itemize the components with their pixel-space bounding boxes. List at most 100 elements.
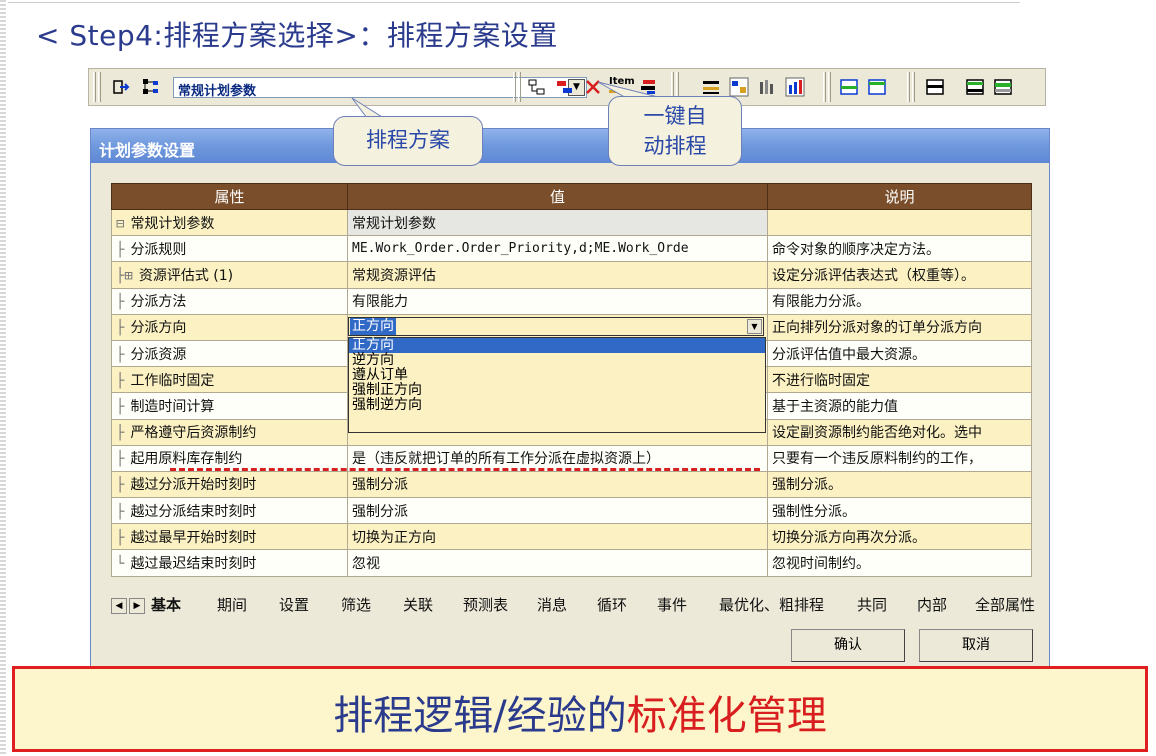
option-force-forward[interactable]: 强制正方向 bbox=[349, 383, 765, 398]
property-cell[interactable]: ├ 工作临时固定 bbox=[111, 366, 348, 394]
tab-scroll-right-button[interactable]: ▶ bbox=[129, 598, 145, 614]
description-cell: 切换分派方向再次分派。 bbox=[767, 523, 1032, 551]
description-cell: 强制分派。 bbox=[767, 470, 1032, 499]
description-cell: 基于主资源的能力值 bbox=[767, 392, 1032, 420]
toolbar-grip[interactable] bbox=[828, 72, 831, 102]
tab-all-properties[interactable]: 全部属性 bbox=[975, 596, 1035, 616]
value-cell[interactable]: 强制分派 bbox=[347, 470, 768, 499]
tab-forecast[interactable]: 预测表 bbox=[463, 596, 508, 616]
tree-branch: ├ bbox=[116, 372, 125, 389]
toolbar: 常规计划参数 ▼ Item bbox=[88, 68, 1046, 106]
property-cell[interactable]: ├ 越过分派结束时刻时 bbox=[111, 497, 348, 525]
bar-chart-icon[interactable] bbox=[785, 77, 805, 97]
header-property[interactable]: 属性 bbox=[111, 183, 348, 210]
value-cell[interactable]: ME.Work_Order.Order_Priority,d;ME.Work_O… bbox=[347, 235, 768, 263]
panel-icon[interactable] bbox=[867, 77, 887, 97]
toolbar-grip[interactable] bbox=[513, 72, 516, 102]
property-cell[interactable]: ├ 分派规则 bbox=[111, 235, 348, 263]
property-cell[interactable]: ├⊞ 资源评估式 (1) bbox=[111, 261, 348, 289]
property-label: 分派规则 bbox=[130, 241, 187, 258]
header-value[interactable]: 值 bbox=[347, 183, 768, 210]
table-row[interactable]: ├ 越过分派结束时刻时 强制分派 强制性分派。 bbox=[111, 497, 1032, 525]
property-cell[interactable]: ├ 分派方向 bbox=[111, 313, 348, 341]
table-row[interactable]: └ 越过最迟结束时刻时 忽视 忽视时间制约。 bbox=[111, 549, 1032, 577]
layout-icon[interactable] bbox=[527, 77, 547, 97]
collapse-icon[interactable]: ⊟ bbox=[116, 216, 124, 232]
dispatch-direction-select[interactable]: 正方向 ▼ bbox=[348, 317, 764, 336]
histogram-icon[interactable] bbox=[757, 77, 777, 97]
tab-loop[interactable]: 循环 bbox=[597, 596, 627, 616]
table-row[interactable]: ├⊞ 资源评估式 (1) 常规资源评估 设定分派评估表达式（权重等）。 bbox=[111, 261, 1032, 289]
tab-strip: ◀ ▶ 基本 期间 设置 筛选 关联 预测表 消息 循环 事件 最优化、粗排程 … bbox=[111, 595, 1035, 617]
bar-icon[interactable] bbox=[555, 77, 575, 97]
banner: 排程逻辑/经验的标准化管理 bbox=[12, 666, 1148, 752]
window-icon[interactable] bbox=[925, 77, 945, 97]
description-cell: 设定副资源制约能否绝对化。选中 bbox=[767, 418, 1032, 446]
value-cell[interactable]: 切换为正方向 bbox=[347, 523, 768, 551]
tab-period[interactable]: 期间 bbox=[217, 596, 247, 616]
description-cell: 不进行临时固定 bbox=[767, 366, 1032, 394]
tab-scroll-left-button[interactable]: ◀ bbox=[111, 598, 127, 614]
slide-edge bbox=[0, 0, 6, 756]
value-cell[interactable]: 常规资源评估 bbox=[347, 261, 768, 289]
toolbar-grip[interactable] bbox=[518, 72, 521, 102]
ok-button[interactable]: 确认 bbox=[791, 629, 905, 662]
value-cell[interactable]: 有限能力 bbox=[347, 287, 768, 315]
panel-icon[interactable] bbox=[839, 77, 859, 97]
property-cell[interactable]: ├ 分派方法 bbox=[111, 287, 348, 315]
toolbar-grip[interactable] bbox=[823, 72, 826, 102]
table-row[interactable]: ├ 越过最早开始时刻时 切换为正方向 切换分派方向再次分派。 bbox=[111, 523, 1032, 551]
cancel-button[interactable]: 取消 bbox=[919, 629, 1033, 662]
property-cell[interactable]: └ 越过最迟结束时刻时 bbox=[111, 549, 348, 577]
property-cell[interactable]: ├ 分派资源 bbox=[111, 339, 348, 368]
toolbar-grip[interactable] bbox=[98, 72, 101, 102]
tree-icon[interactable] bbox=[141, 77, 161, 97]
option-force-backward[interactable]: 强制逆方向 bbox=[349, 398, 765, 413]
option-backward[interactable]: 逆方向 bbox=[349, 353, 765, 368]
property-label: 越过最迟结束时刻时 bbox=[130, 556, 257, 573]
description-cell: 有限能力分派。 bbox=[767, 287, 1032, 315]
callout-auto-schedule: 一键自 动排程 bbox=[608, 96, 742, 166]
tree-branch: ├ bbox=[116, 477, 125, 494]
value-cell[interactable]: 常规计划参数 bbox=[347, 208, 768, 237]
option-forward[interactable]: 正方向 bbox=[349, 338, 765, 353]
toolbar-grip[interactable] bbox=[907, 72, 910, 102]
tab-message[interactable]: 消息 bbox=[537, 596, 567, 616]
header-description[interactable]: 说明 bbox=[767, 183, 1032, 210]
tab-settings[interactable]: 设置 bbox=[279, 596, 309, 616]
table-row[interactable]: ⊟ 常规计划参数 常规计划参数 bbox=[111, 208, 1032, 237]
tab-common[interactable]: 共同 bbox=[857, 596, 887, 616]
callout-scheme: 排程方案 bbox=[333, 116, 483, 166]
tab-event[interactable]: 事件 bbox=[657, 596, 687, 616]
exit-icon[interactable] bbox=[111, 77, 131, 97]
tab-optimization[interactable]: 最优化、粗排程 bbox=[719, 596, 824, 616]
table-row[interactable]: ├ 分派方法 有限能力 有限能力分派。 bbox=[111, 287, 1032, 315]
property-cell[interactable]: ├ 越过最早开始时刻时 bbox=[111, 523, 348, 551]
toolbar-grip[interactable] bbox=[912, 72, 915, 102]
tab-filter[interactable]: 筛选 bbox=[341, 596, 371, 616]
top-rule bbox=[8, 2, 1020, 3]
tab-relation[interactable]: 关联 bbox=[403, 596, 433, 616]
tab-basic[interactable]: 基本 bbox=[151, 596, 181, 616]
expand-icon[interactable]: ├⊞ bbox=[116, 268, 133, 284]
property-label: 制造时间计算 bbox=[130, 398, 215, 415]
window-icon[interactable] bbox=[965, 77, 985, 97]
table-row[interactable]: ├ 越过分派开始时刻时 强制分派 强制分派。 bbox=[111, 470, 1032, 499]
table-row[interactable]: ├ 分派规则 ME.Work_Order.Order_Priority,d;ME.… bbox=[111, 235, 1032, 263]
property-cell[interactable]: ├ 严格遵守后资源制约 bbox=[111, 418, 348, 446]
property-cell[interactable]: ⊟ 常规计划参数 bbox=[111, 208, 348, 237]
tab-internal[interactable]: 内部 bbox=[917, 596, 947, 616]
property-label: 起用原料库存制约 bbox=[130, 451, 243, 468]
chevron-down-icon[interactable]: ▼ bbox=[747, 319, 762, 334]
value-cell[interactable]: 忽视 bbox=[347, 549, 768, 577]
window-icon[interactable] bbox=[993, 77, 1013, 97]
red-dashed-underline bbox=[170, 468, 760, 471]
callout-auto-line2: 动排程 bbox=[643, 134, 707, 158]
property-cell[interactable]: ├ 越过分派开始时刻时 bbox=[111, 470, 348, 499]
property-label: 分派方向 bbox=[130, 320, 187, 337]
dialog-titlebar[interactable]: 计划参数设置 bbox=[91, 129, 1049, 163]
toolbar-grip[interactable] bbox=[93, 72, 96, 102]
property-cell[interactable]: ├ 制造时间计算 bbox=[111, 392, 348, 420]
option-follow-order[interactable]: 遵从订单 bbox=[349, 368, 765, 383]
value-cell[interactable]: 强制分派 bbox=[347, 497, 768, 525]
